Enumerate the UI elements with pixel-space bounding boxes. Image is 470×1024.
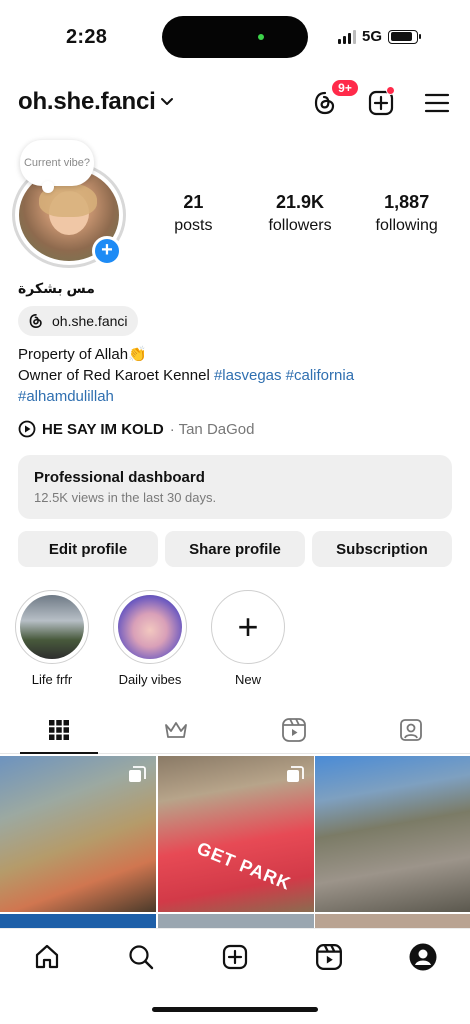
stat-label: posts	[174, 217, 213, 234]
highlight-label: Daily vibes	[118, 672, 182, 687]
threads-icon	[29, 314, 42, 328]
dynamic-island	[162, 16, 308, 58]
dashboard-subtitle: 12.5K views in the last 30 days.	[34, 490, 217, 505]
hamburger-menu-icon	[424, 93, 450, 113]
battery-level	[390, 32, 412, 41]
username: oh.she.fanci	[18, 88, 156, 115]
professional-dashboard[interactable]: Professional dashboard 12.5K views in th…	[18, 455, 452, 519]
tab-tagged[interactable]	[353, 706, 470, 753]
bio-line: Owner of Red Karoet Kennel #lasvegas #ca…	[18, 365, 458, 386]
battery-icon	[388, 29, 422, 44]
reels-icon	[281, 717, 306, 742]
display-name: مس بشكرة	[18, 280, 95, 296]
hashtag-link[interactable]: #alhamdulillah	[18, 386, 458, 407]
profile-header: oh.she.fanci 9+	[0, 78, 470, 124]
grid-post[interactable]	[315, 756, 470, 912]
profile-actions: Edit profile Share profile Subscription	[18, 531, 452, 567]
threads-notification-badge: 9+	[330, 78, 360, 98]
network-type: 5G	[362, 28, 383, 45]
hashtag-link[interactable]: #lasvegas #california	[214, 367, 354, 384]
profile-avatar-icon	[409, 943, 437, 971]
dashboard-title: Professional dashboard	[34, 469, 205, 486]
tab-posts-grid[interactable]	[0, 706, 118, 754]
stat-followers[interactable]: 21.9K followers	[247, 192, 354, 235]
stat-label: followers	[268, 217, 332, 234]
song-artist: · Tan DaGod	[169, 420, 255, 438]
grid-post[interactable]: GET PARK	[157, 756, 314, 912]
plus-square-icon	[222, 944, 248, 970]
status-time: 2:28	[66, 26, 108, 48]
tab-reels[interactable]	[235, 706, 353, 753]
profile-stats: 21 posts 21.9K followers 1,887 following	[140, 192, 460, 235]
nav-search[interactable]	[94, 943, 188, 971]
stat-value: 1,887	[384, 192, 430, 212]
highlight-label: New	[234, 672, 261, 687]
bottom-navigation	[0, 928, 470, 1024]
grid-icon	[48, 719, 69, 740]
highlight-cover	[15, 590, 89, 664]
crown-icon	[165, 721, 188, 738]
nav-create[interactable]	[188, 943, 282, 971]
subscription-button[interactable]: Subscription	[312, 531, 452, 567]
bio-text: Owner of Red Karoet Kennel	[18, 367, 210, 384]
status-bar: 2:28 5G	[0, 0, 470, 76]
nav-home[interactable]	[0, 943, 94, 971]
profile-music[interactable]: HE SAY IM KOLD · Tan DaGod	[18, 420, 254, 438]
profile-tabs	[0, 706, 470, 754]
bio: Property of Allah👏 Owner of Red Karoet K…	[18, 344, 458, 407]
plus-icon: +	[211, 590, 285, 664]
play-circle-icon	[18, 420, 36, 438]
share-profile-button[interactable]: Share profile	[165, 531, 305, 567]
home-indicator	[152, 1007, 318, 1012]
tab-subscriber-content[interactable]	[118, 706, 236, 753]
camera-indicator	[258, 34, 264, 40]
nav-reels[interactable]	[282, 943, 376, 971]
new-highlight-button[interactable]: + New	[210, 590, 286, 687]
threads-link[interactable]: oh.she.fanci	[18, 306, 138, 336]
status-indicators: 5G	[338, 28, 422, 45]
signal-icon	[338, 29, 356, 44]
create-notification-dot	[386, 86, 395, 95]
highlight-cover	[113, 590, 187, 664]
threads-handle: oh.she.fanci	[52, 313, 128, 329]
stat-value: 21	[183, 192, 204, 212]
bio-line: Property of Allah👏	[18, 346, 147, 363]
stat-label: following	[375, 217, 438, 234]
nav-profile[interactable]	[376, 942, 470, 972]
carousel-icon	[286, 766, 304, 782]
highlight-label: Life frfr	[31, 672, 73, 687]
menu-button[interactable]	[422, 88, 452, 118]
stat-posts[interactable]: 21 posts	[140, 192, 247, 235]
reels-icon	[316, 944, 342, 970]
stat-value: 21.9K	[275, 192, 325, 212]
account-switcher[interactable]: oh.she.fanci	[18, 88, 174, 116]
grid-post[interactable]	[0, 756, 156, 912]
highlight-item[interactable]: Life frfr	[14, 590, 90, 687]
add-story-button[interactable]: +	[92, 236, 122, 266]
highlight-item[interactable]: Daily vibes	[112, 590, 188, 687]
song-title: HE SAY IM KOLD	[42, 420, 164, 438]
search-icon	[129, 945, 154, 970]
home-icon	[35, 944, 59, 969]
note-bubble[interactable]: Current vibe?	[20, 140, 94, 193]
tagged-person-icon	[400, 718, 423, 741]
carousel-icon	[129, 766, 146, 782]
stat-following[interactable]: 1,887 following	[353, 192, 460, 235]
chevron-down-icon	[160, 98, 173, 105]
edit-profile-button[interactable]: Edit profile	[18, 531, 158, 567]
story-highlights: Life frfr Daily vibes + New	[14, 590, 286, 687]
shirt-text: GET PARK	[193, 838, 294, 894]
